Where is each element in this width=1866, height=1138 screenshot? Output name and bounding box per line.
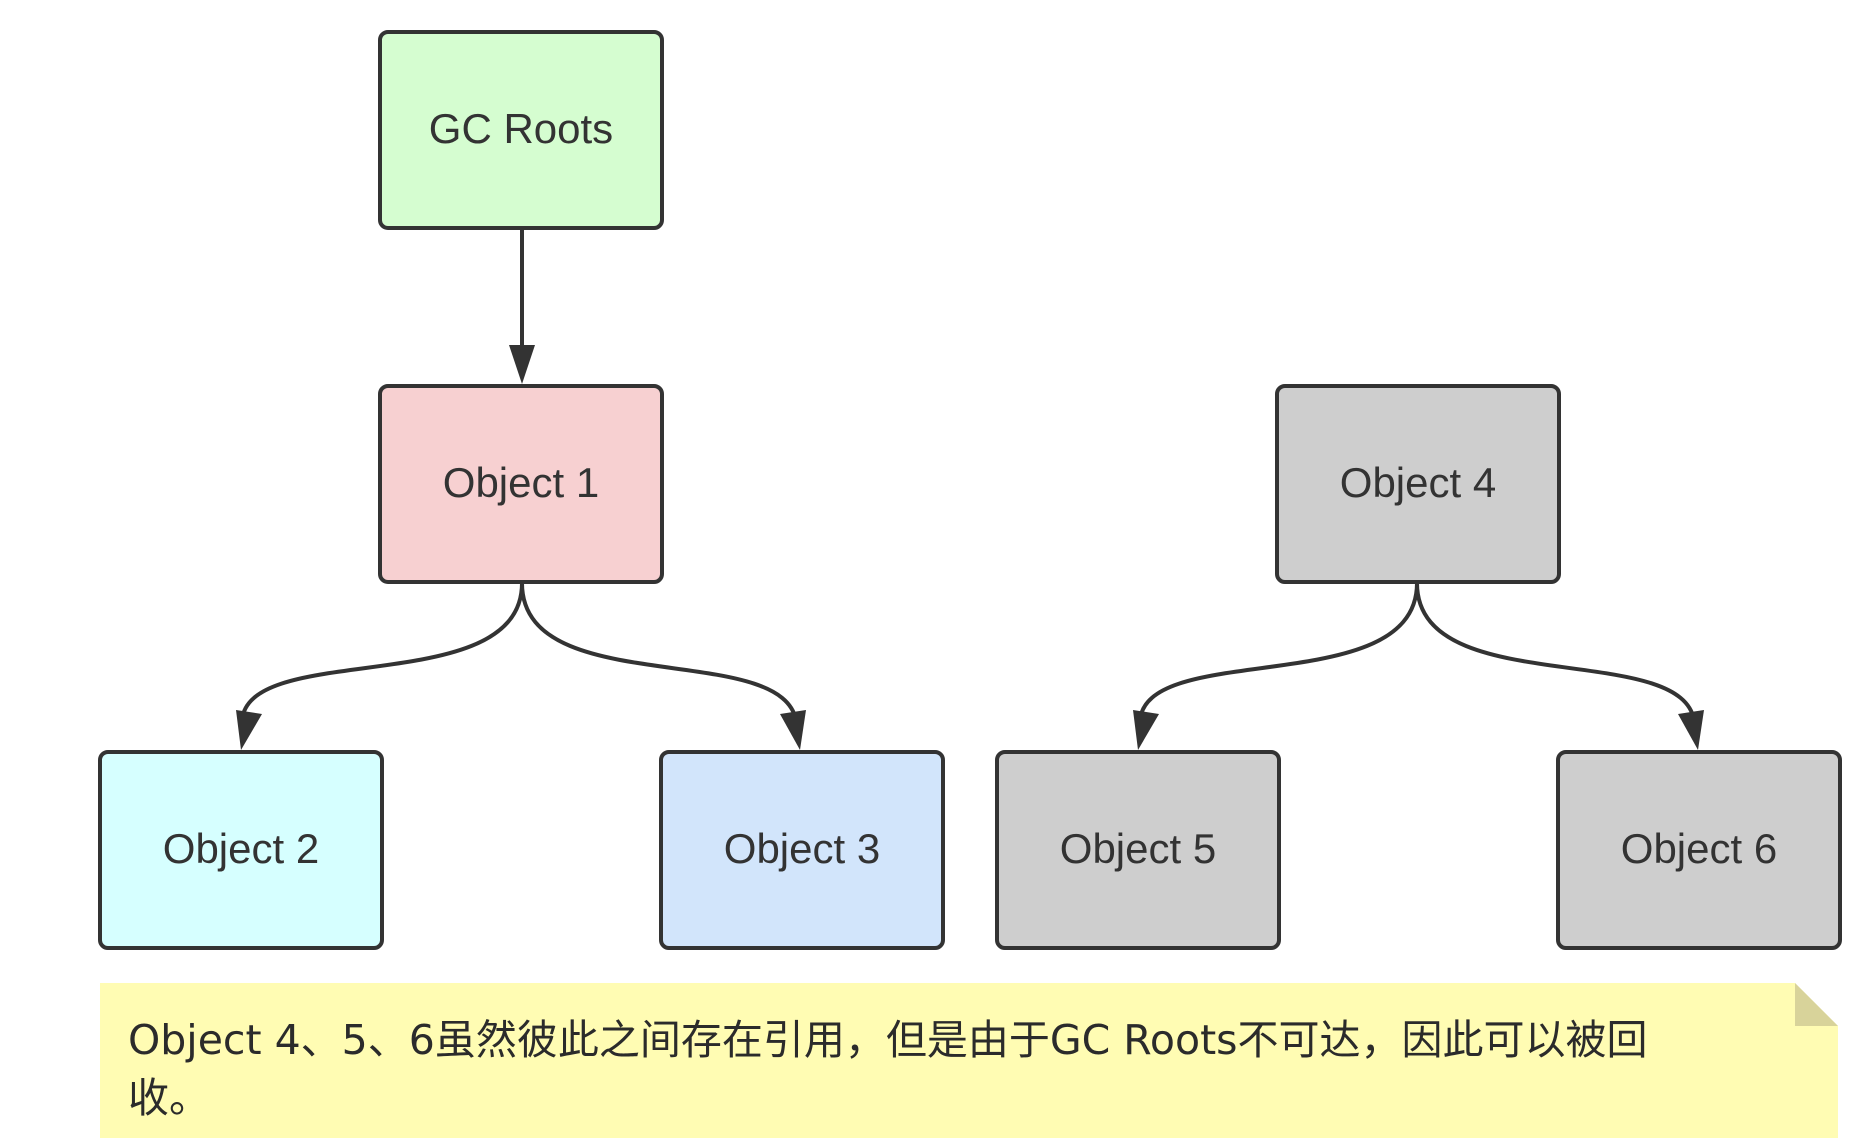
node-object-2-label: Object 2 xyxy=(163,825,319,872)
node-gc-roots-label: GC Roots xyxy=(429,105,613,152)
arrowhead-object-3 xyxy=(780,710,806,750)
note-text-line-1: Object 4、5、6虽然彼此之间存在引用，但是由于GC Roots不可达，因… xyxy=(128,1016,1648,1064)
node-gc-roots: GC Roots xyxy=(378,30,664,230)
node-object-4: Object 4 xyxy=(1275,384,1561,584)
node-object-1: Object 1 xyxy=(378,384,664,584)
arrowhead-object-5 xyxy=(1133,710,1159,750)
edge-object-4-to-object-5 xyxy=(1138,582,1419,721)
node-object-5-label: Object 5 xyxy=(1060,825,1216,872)
node-object-3-label: Object 3 xyxy=(724,825,880,872)
note-text-line-2: 收。 xyxy=(128,1074,210,1122)
reference-diagram: GC Roots Object 1 Object 2 Object 3 Obje… xyxy=(98,30,1842,1138)
arrowhead-object-6 xyxy=(1678,710,1704,750)
node-object-1-label: Object 1 xyxy=(443,459,599,506)
node-object-5: Object 5 xyxy=(995,750,1281,950)
note-fold-corner xyxy=(1795,983,1838,1026)
node-object-6-label: Object 6 xyxy=(1621,825,1777,872)
arrowhead-object-2 xyxy=(236,710,262,750)
node-object-6: Object 6 xyxy=(1556,750,1842,950)
note: Object 4、5、6虽然彼此之间存在引用，但是由于GC Roots不可达，因… xyxy=(100,983,1838,1138)
edge-object-1-to-object-3 xyxy=(520,582,798,721)
edge-object-1-to-object-2 xyxy=(240,582,524,721)
edge-object-4-to-object-6 xyxy=(1415,582,1696,721)
node-object-3: Object 3 xyxy=(659,750,945,950)
node-object-4-label: Object 4 xyxy=(1340,459,1496,506)
arrowhead-object-1 xyxy=(509,345,535,384)
node-object-2: Object 2 xyxy=(98,750,384,950)
